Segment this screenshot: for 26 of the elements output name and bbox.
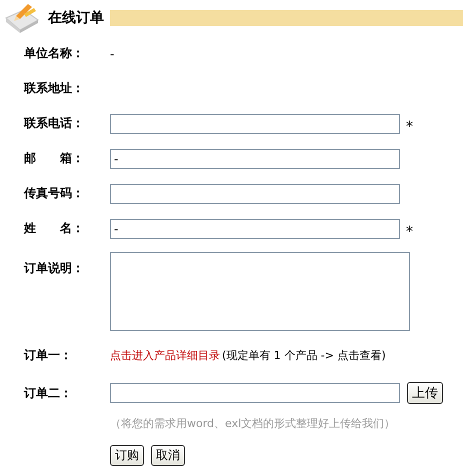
input-field[interactable] <box>110 114 400 134</box>
input-field[interactable]: - <box>110 148 400 168</box>
file-field[interactable] <box>110 383 400 403</box>
field-label: 姓 名： <box>24 220 85 237</box>
required-mark: * <box>406 224 413 240</box>
upload-hint: （将您的需求用word、exl文档的形式整理好上传给我们） <box>109 416 396 432</box>
required-mark: * <box>406 118 413 134</box>
field-label: 邮 箱： <box>24 150 85 167</box>
field-label: 订单说明： <box>24 260 85 277</box>
form-button[interactable]: 订购 <box>110 445 144 466</box>
input-field[interactable]: - <box>110 218 400 238</box>
field-value: - <box>110 46 114 60</box>
order-note: (现定单有 1 个产品 -> 点击查看) <box>222 349 386 362</box>
pencil-paper-icon <box>4 2 40 34</box>
field-label: 单位名称： <box>24 45 85 62</box>
field-label: 传真号码： <box>24 185 85 202</box>
page-title: 在线订单 <box>48 9 104 27</box>
order-notes-field[interactable] <box>110 252 410 331</box>
form-button[interactable]: 取消 <box>151 445 185 466</box>
input-field[interactable] <box>110 184 400 204</box>
field-label: 订单二： <box>24 384 73 402</box>
field-label: 联系电话： <box>24 115 85 132</box>
upload-button[interactable]: 上传 <box>407 382 443 404</box>
field-label: 订单一： <box>24 347 73 364</box>
field-label: 联系地址： <box>24 80 85 97</box>
catalog-link[interactable]: 点击进入产品详细目录 <box>110 349 220 362</box>
